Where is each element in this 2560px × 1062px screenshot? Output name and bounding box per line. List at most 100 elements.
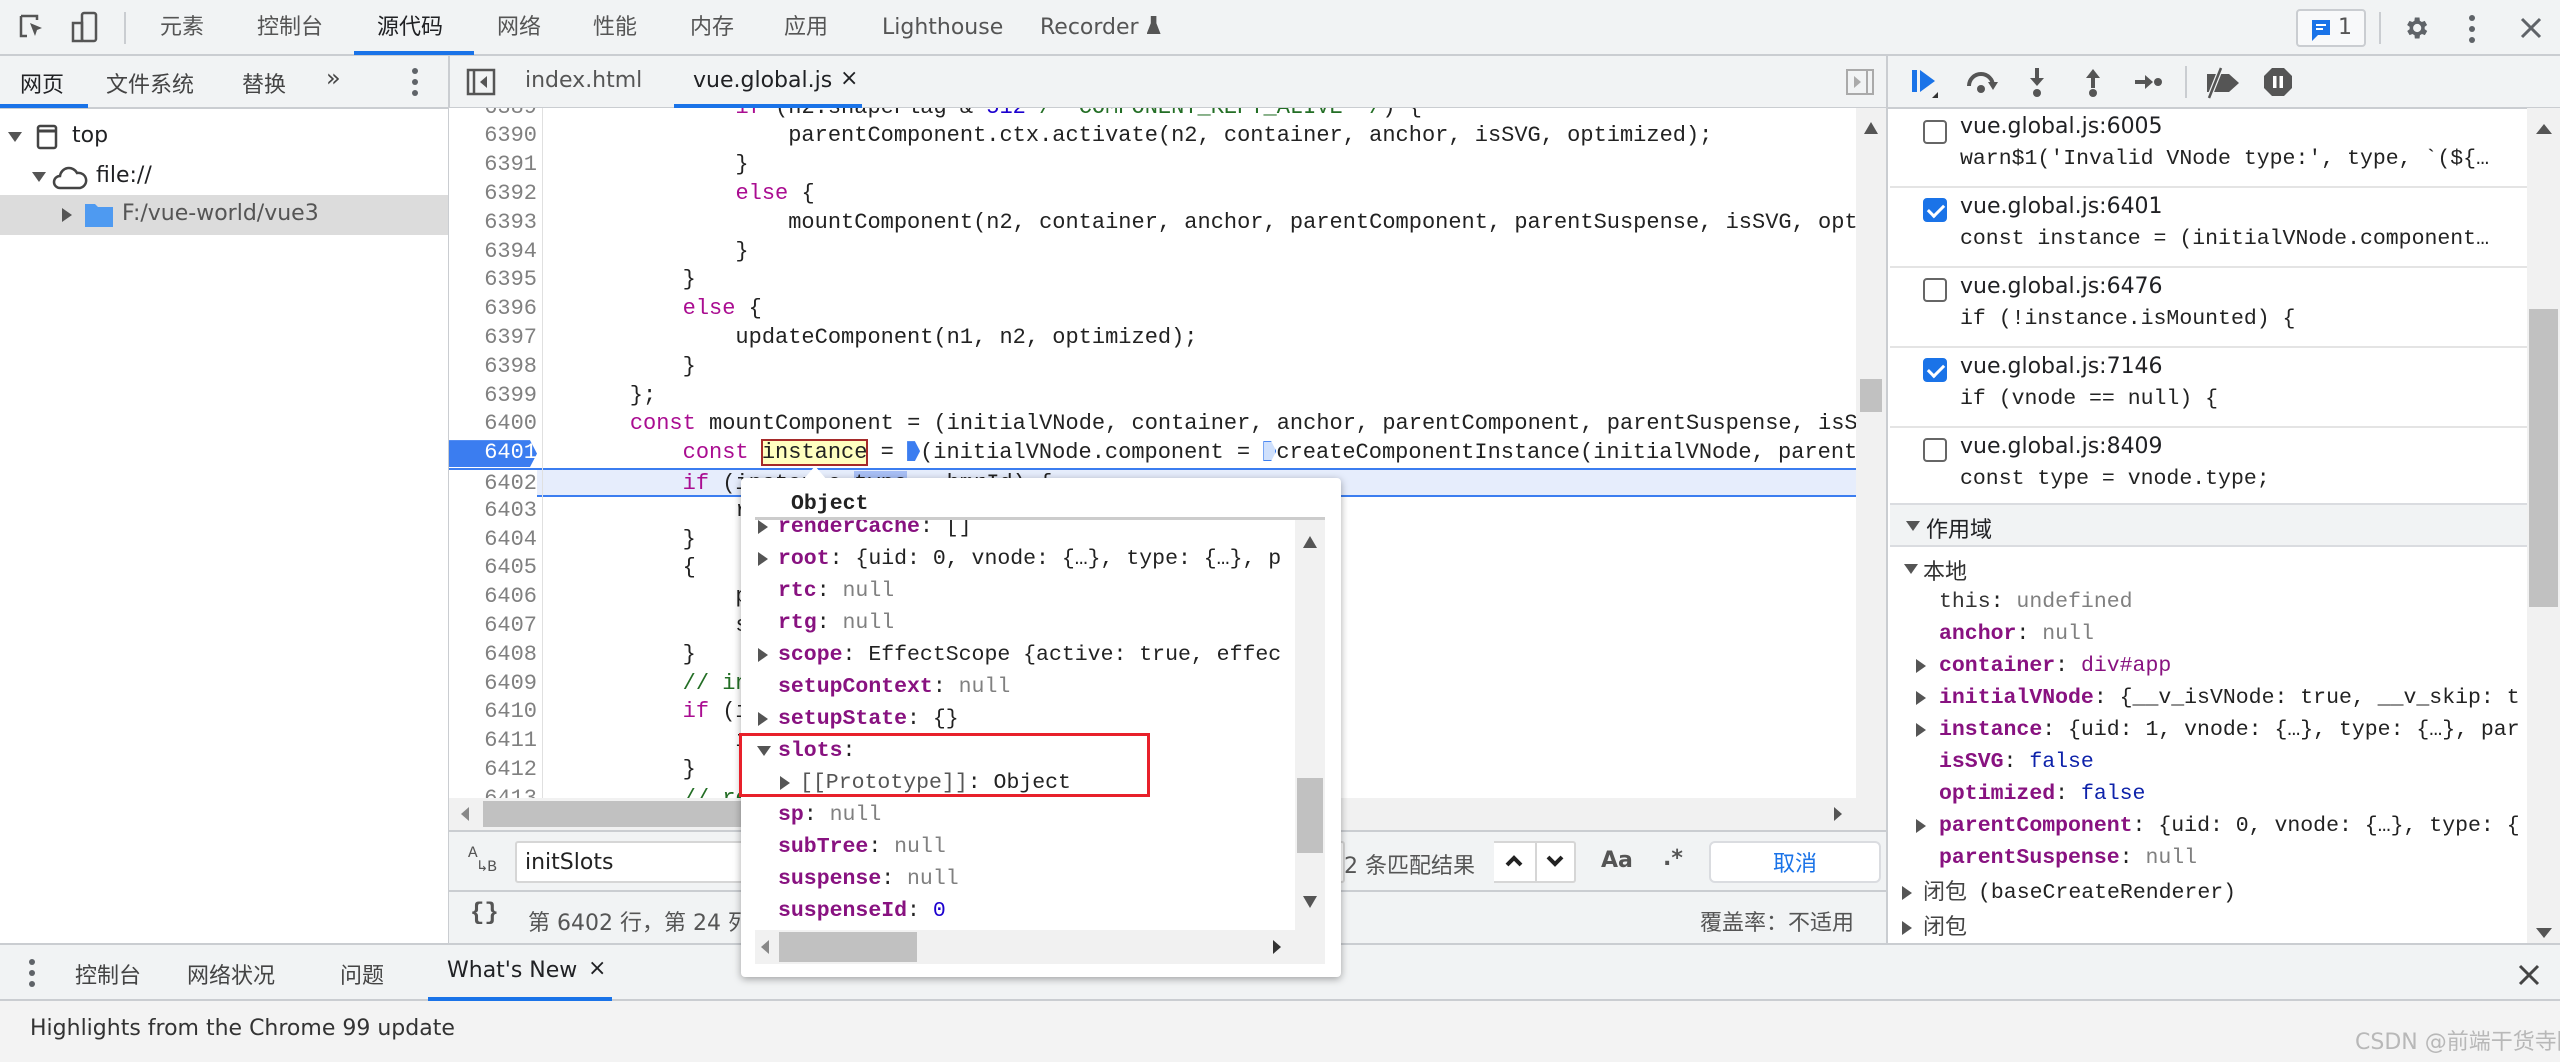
line-number[interactable]: 6398 (449, 353, 537, 382)
line-number[interactable]: 6389 (449, 108, 537, 122)
line-number[interactable]: 6409 (449, 670, 537, 699)
navigator-tab-overrides[interactable]: 替换 (242, 67, 286, 99)
previous-match-chevron-up-icon[interactable] (1505, 854, 1523, 868)
navigator-menu-icon[interactable] (409, 67, 421, 97)
code-line[interactable]: 6390 parentComponent.ctx.activate(n2, co… (449, 122, 1856, 151)
main-tab-1[interactable]: 控制台 (257, 0, 323, 55)
line-number[interactable]: 6396 (449, 295, 537, 324)
line-number[interactable]: 6413 (449, 785, 537, 798)
issues-button[interactable]: 1 (2296, 9, 2366, 47)
drawer-tab-issues[interactable]: 问题 (340, 958, 384, 990)
drawer-menu-icon[interactable] (26, 958, 38, 988)
more-options-icon[interactable] (2464, 14, 2480, 44)
device-toolbar-icon[interactable] (70, 11, 102, 45)
code-line[interactable]: 6396 else { (449, 295, 1856, 324)
breakpoint-item[interactable]: vue.global.js:7146 if (vnode == null) { (1890, 348, 2527, 428)
editor-tab-index-html[interactable]: index.html (525, 68, 642, 93)
tree-item-file[interactable]: file:// (0, 158, 448, 196)
scope-variable[interactable]: parentComponent: {uid: 0, vnode: {…}, ty… (1890, 810, 2527, 842)
breakpoint-checkbox[interactable] (1923, 358, 1947, 382)
code-line[interactable]: 6391 } (449, 151, 1856, 180)
code-line[interactable]: 6400 const mountComponent = (initialVNod… (449, 410, 1856, 439)
main-tab-7[interactable]: Lighthouse (882, 0, 1003, 55)
breakpoint-checkbox[interactable] (1923, 120, 1947, 144)
line-number[interactable]: 6408 (449, 641, 537, 670)
regex-toggle[interactable]: .* (1663, 846, 1683, 871)
code-line[interactable]: 6389 if (n2.shapeFlag & 512 /* COMPONENT… (449, 108, 1856, 122)
main-tab-8[interactable]: Recorder (1040, 0, 1161, 55)
line-number[interactable]: 6400 (449, 410, 537, 439)
main-tab-2[interactable]: 源代码 (377, 0, 443, 55)
next-match-chevron-down-icon[interactable] (1546, 854, 1564, 868)
line-number[interactable]: 6404 (449, 526, 537, 555)
drawer-tab-network-conditions[interactable]: 网络状况 (187, 958, 275, 990)
close-whats-new-icon[interactable]: × (588, 956, 606, 981)
breakpoint-checkbox[interactable] (1923, 438, 1947, 462)
step-into-icon[interactable] (2027, 66, 2047, 98)
popover-property-row[interactable]: setupState: {} (741, 703, 1295, 735)
popover-property-row[interactable]: renderCache: [] (741, 520, 1295, 543)
drawer-tab-whats-new[interactable]: What's New (447, 958, 577, 983)
line-number[interactable]: 6395 (449, 266, 537, 295)
code-line[interactable]: 6399 }; (449, 382, 1856, 411)
step-over-icon[interactable] (1964, 68, 2000, 96)
breakpoint-location[interactable]: vue.global.js:7146 (1960, 354, 2163, 379)
inline-breakpoint-marker[interactable] (907, 441, 921, 462)
code-line[interactable]: 6393 mountComponent(n2, container, ancho… (449, 209, 1856, 238)
line-number[interactable]: 6393 (449, 209, 537, 238)
settings-gear-icon[interactable] (2402, 14, 2430, 42)
scope-variable[interactable]: container: div#app (1890, 650, 2527, 682)
more-tabs-chevron[interactable]: » (326, 64, 341, 92)
line-number[interactable]: 6403 (449, 497, 537, 526)
editor-tab-vue-global-js[interactable]: vue.global.js (693, 68, 832, 93)
step-icon[interactable] (2133, 72, 2163, 92)
breakpoint-location[interactable]: vue.global.js:8409 (1960, 434, 2163, 459)
expand-triangle-icon[interactable] (758, 712, 768, 726)
inspect-element-icon[interactable] (18, 13, 48, 43)
popover-property-row[interactable]: root: {uid: 0, vnode: {…}, type: {…}, p (741, 543, 1295, 575)
code-line[interactable]: 6398 } (449, 353, 1856, 382)
line-number[interactable]: 6410 (449, 698, 537, 727)
pretty-print-icon[interactable]: {} (470, 900, 499, 927)
scope-local-group[interactable]: 本地 (1890, 552, 2527, 585)
resume-icon[interactable] (1910, 66, 1942, 100)
line-number[interactable]: 6402 (449, 469, 537, 499)
expand-triangle-icon[interactable] (1916, 659, 1926, 673)
breakpoint-checkbox[interactable] (1923, 278, 1947, 302)
line-number[interactable]: 6407 (449, 612, 537, 641)
line-number[interactable]: 6405 (449, 554, 537, 583)
popover-vertical-scrollbar[interactable] (1295, 520, 1325, 930)
deactivate-breakpoints-icon[interactable] (2203, 66, 2241, 100)
main-tab-3[interactable]: 网络 (497, 0, 541, 55)
breakpoint-item[interactable]: vue.global.js:8409 const type = vnode.typ… (1890, 428, 2527, 508)
line-number[interactable]: 6392 (449, 180, 537, 209)
expand-triangle-icon[interactable] (1902, 886, 1912, 900)
main-tab-0[interactable]: 元素 (160, 0, 204, 55)
main-tab-6[interactable]: 应用 (784, 0, 828, 55)
expand-triangle-icon[interactable] (1916, 723, 1926, 737)
scope-variable[interactable]: instance: {uid: 1, vnode: {…}, type: {…}… (1890, 714, 2527, 746)
code-vertical-scrollbar[interactable] (1856, 108, 1886, 798)
cancel-search-button[interactable]: 取消 (1709, 841, 1881, 883)
breakpoint-location[interactable]: vue.global.js:6005 (1960, 114, 2163, 139)
debugger-pane-scrollbar[interactable] (2527, 108, 2560, 943)
expand-triangle-icon[interactable] (1916, 819, 1926, 833)
line-number[interactable]: 6401 (449, 439, 537, 468)
main-tab-5[interactable]: 内存 (690, 0, 734, 55)
popover-horizontal-scrollbar[interactable] (755, 930, 1325, 964)
close-devtools-icon[interactable] (2519, 16, 2543, 40)
drawer-tab-console[interactable]: 控制台 (75, 958, 141, 990)
scope-closure[interactable]: 闭包 (1890, 912, 2527, 944)
scope-variable[interactable]: initialVNode: {__v_isVNode: true, __v_sk… (1890, 682, 2527, 714)
toggle-navigator-icon[interactable] (466, 68, 496, 96)
main-tab-4[interactable]: 性能 (593, 0, 637, 55)
inline-breakpoint-marker-inactive[interactable] (1263, 441, 1277, 462)
line-number[interactable]: 6397 (449, 324, 537, 353)
scope-section-header[interactable]: 作用域 (1890, 503, 2527, 547)
code-line[interactable]: 6394 } (449, 238, 1856, 267)
line-number[interactable]: 6390 (449, 122, 537, 151)
popover-property-row[interactable]: scope: EffectScope {active: true, effec (741, 639, 1295, 671)
code-line[interactable]: 6401 const instance = (initialVNode.comp… (449, 439, 1856, 468)
code-line[interactable]: 6397 updateComponent(n1, n2, optimized); (449, 324, 1856, 353)
line-number[interactable]: 6412 (449, 756, 537, 785)
